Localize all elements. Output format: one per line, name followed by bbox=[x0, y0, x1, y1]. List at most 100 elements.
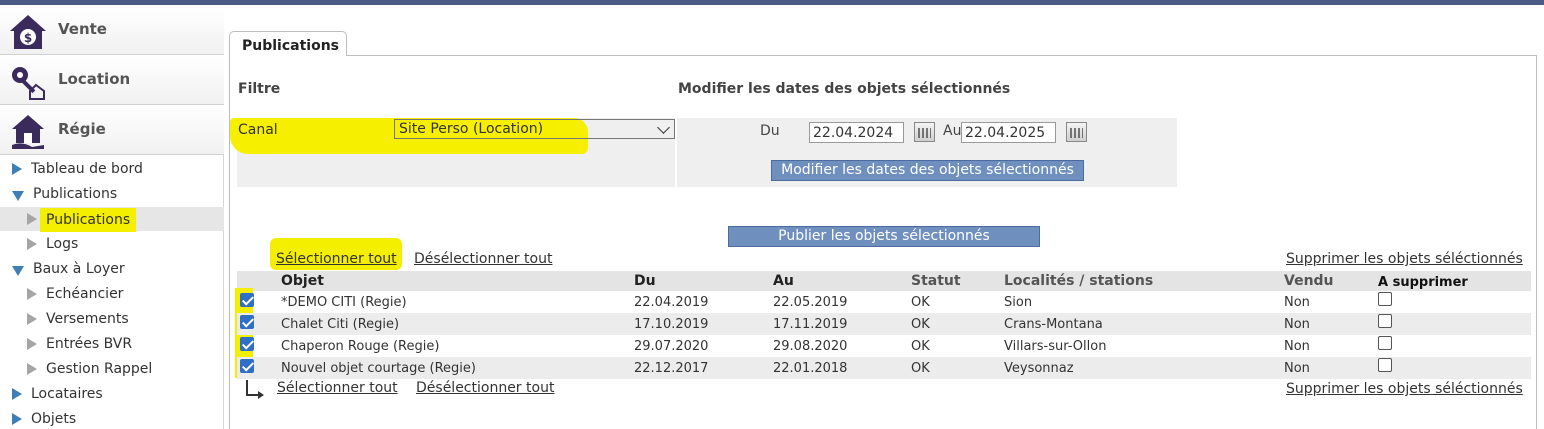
table-row: Nouvel objet courtage (Regie) 22.12.2017… bbox=[237, 357, 1531, 379]
row-select-checkbox[interactable] bbox=[240, 337, 254, 351]
arrow-right-icon bbox=[27, 238, 37, 250]
select-all-link-bottom[interactable]: Sélectionner tout bbox=[277, 380, 398, 396]
tree-item-label: Versements bbox=[46, 311, 129, 327]
module-label: Vente bbox=[58, 20, 107, 38]
tree-item-objets[interactable]: Objets bbox=[0, 407, 224, 429]
delete-selected-link-bottom[interactable]: Supprimer les objets séléctionnés bbox=[1286, 381, 1523, 397]
tree-item-versements[interactable]: Versements bbox=[0, 307, 224, 331]
delete-checkbox[interactable] bbox=[1378, 358, 1392, 372]
cell-localite: Villars-sur-Ollon bbox=[1004, 339, 1107, 354]
cell-vendu: Non bbox=[1284, 317, 1310, 332]
arrow-right-icon bbox=[12, 413, 22, 425]
top-bar bbox=[0, 0, 1544, 5]
table-header: Objet Du Au Statut Localités / stations … bbox=[237, 271, 1531, 291]
tree-item-label: Publications bbox=[33, 186, 118, 202]
deselect-all-link-bottom[interactable]: Désélectionner tout bbox=[416, 380, 554, 396]
filter-title: Filtre bbox=[238, 81, 281, 97]
cell-objet: Nouvel objet courtage (Regie) bbox=[281, 361, 476, 376]
module-label: Régie bbox=[58, 120, 106, 138]
sidebar: $ Vente Location Régie Tableau de bord P… bbox=[0, 5, 224, 429]
column-header: Localités / stations bbox=[1004, 273, 1154, 289]
house-dollar-icon: $ bbox=[10, 15, 46, 49]
arrow-right-icon bbox=[27, 213, 37, 225]
deselect-all-link[interactable]: Désélectionner tout bbox=[414, 251, 552, 267]
arrow-right-icon bbox=[12, 163, 22, 175]
cell-du: 22.04.2019 bbox=[634, 295, 709, 310]
module-vente[interactable]: $ Vente bbox=[0, 5, 224, 55]
cell-objet: Chaperon Rouge (Regie) bbox=[281, 339, 440, 354]
cell-statut: OK bbox=[911, 295, 930, 310]
row-select-checkbox[interactable] bbox=[240, 315, 254, 329]
cell-du: 29.07.2020 bbox=[634, 339, 709, 354]
date-to-label: Au bbox=[943, 123, 962, 139]
table-row: *DEMO CITI (Regie) 22.04.2019 22.05.2019… bbox=[237, 291, 1531, 313]
cell-vendu: Non bbox=[1284, 339, 1310, 354]
delete-selected-link[interactable]: Supprimer les objets séléctionnés bbox=[1286, 251, 1523, 267]
tree-item-entrees-bvr[interactable]: Entrées BVR bbox=[0, 332, 224, 356]
tree-item-label: Tableau de bord bbox=[31, 161, 143, 177]
cell-objet: *DEMO CITI (Regie) bbox=[281, 295, 407, 310]
tree-item-gestion-rappel[interactable]: Gestion Rappel bbox=[0, 357, 224, 381]
cell-au: 17.11.2019 bbox=[773, 317, 848, 332]
date-from-label: Du bbox=[760, 123, 780, 139]
column-header: Du bbox=[634, 273, 656, 289]
cell-du: 22.12.2017 bbox=[634, 361, 709, 376]
arrow-right-icon bbox=[27, 288, 37, 300]
tree-item-publications-group[interactable]: Publications bbox=[0, 182, 224, 206]
column-header: Objet bbox=[281, 273, 324, 289]
table-row: Chalet Citi (Regie) 17.10.2019 17.11.201… bbox=[237, 313, 1531, 335]
tree-item-label: Gestion Rappel bbox=[46, 361, 153, 377]
house-hand-icon bbox=[12, 115, 44, 149]
column-header: Au bbox=[773, 273, 794, 289]
dates-title: Modifier les dates des objets sélectionn… bbox=[678, 81, 1011, 97]
date-to-input[interactable]: 22.04.2025 bbox=[961, 122, 1056, 143]
arrow-down-icon bbox=[12, 266, 24, 276]
tree-item-echeancier[interactable]: Echéancier bbox=[0, 282, 224, 306]
cell-objet: Chalet Citi (Regie) bbox=[281, 317, 400, 332]
canal-label: Canal bbox=[238, 122, 278, 138]
svg-text:$: $ bbox=[24, 31, 32, 45]
tree-item-publications[interactable]: Publications bbox=[0, 207, 224, 232]
arrow-right-icon bbox=[27, 338, 37, 350]
row-select-checkbox[interactable] bbox=[240, 293, 254, 307]
tree-item-logs[interactable]: Logs bbox=[0, 232, 224, 256]
tab-publications[interactable]: Publications bbox=[229, 31, 347, 56]
module-regie[interactable]: Régie bbox=[0, 105, 224, 155]
chevron-down-icon bbox=[657, 121, 670, 134]
canal-select-value: Site Perso (Location) bbox=[399, 121, 544, 137]
column-header: A supprimer bbox=[1378, 275, 1468, 290]
tree-item-label: Publications bbox=[40, 208, 137, 232]
column-header: Statut bbox=[911, 273, 961, 289]
tree-item-label: Echéancier bbox=[46, 286, 124, 302]
arrow-right-icon bbox=[27, 363, 37, 375]
tree-item-locataires[interactable]: Locataires bbox=[0, 382, 224, 406]
delete-checkbox[interactable] bbox=[1378, 314, 1392, 328]
date-from-input[interactable]: 22.04.2024 bbox=[809, 122, 904, 143]
cell-au: 22.05.2019 bbox=[773, 295, 848, 310]
delete-checkbox[interactable] bbox=[1378, 336, 1392, 350]
tree-item-label: Logs bbox=[46, 236, 79, 252]
tree-item-label: Entrées BVR bbox=[46, 336, 133, 352]
cell-statut: OK bbox=[911, 361, 930, 376]
cell-au: 22.01.2018 bbox=[773, 361, 848, 376]
publish-button[interactable]: Publier les objets sélectionnés bbox=[728, 226, 1040, 247]
modify-dates-button[interactable]: Modifier les dates des objets sélectionn… bbox=[771, 160, 1084, 181]
cell-vendu: Non bbox=[1284, 361, 1310, 376]
canal-select[interactable]: Site Perso (Location) bbox=[394, 119, 675, 139]
cell-statut: OK bbox=[911, 339, 930, 354]
select-all-link[interactable]: Sélectionner tout bbox=[276, 251, 397, 267]
key-house-icon bbox=[12, 67, 45, 100]
arrow-right-icon bbox=[12, 388, 22, 400]
tree-item-baux-a-loyer[interactable]: Baux à Loyer bbox=[0, 257, 224, 281]
cell-localite: Crans-Montana bbox=[1004, 317, 1103, 332]
delete-checkbox[interactable] bbox=[1378, 292, 1392, 306]
arrow-right-icon bbox=[27, 313, 37, 325]
tree-item-tableau-de-bord[interactable]: Tableau de bord bbox=[0, 157, 224, 181]
calendar-icon[interactable] bbox=[914, 122, 935, 142]
module-location[interactable]: Location bbox=[0, 55, 224, 105]
cell-au: 29.08.2020 bbox=[773, 339, 848, 354]
cell-localite: Veysonnaz bbox=[1004, 361, 1074, 376]
row-select-checkbox[interactable] bbox=[240, 359, 254, 373]
tree-item-label: Locataires bbox=[31, 386, 103, 402]
calendar-icon[interactable] bbox=[1066, 122, 1087, 142]
